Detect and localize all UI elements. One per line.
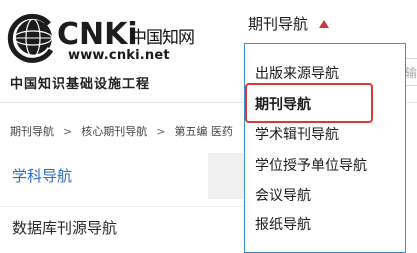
- journal-nav-dropdown: 出版来源导航 期刊导航 学术辑刊导航 学位授予单位导航 会议导航 报纸导航: [244, 43, 406, 253]
- breadcrumb-separator: >: [63, 124, 73, 138]
- search-placeholder: 输: [405, 66, 417, 80]
- cnki-logo[interactable]: CNKi 中国知网 www.cnki.net 中国知识基础设施工程: [5, 8, 195, 92]
- logo-chinese-name: 中国知网: [130, 28, 195, 48]
- breadcrumb: 期刊导航 > 核心期刊导航 > 第五编 医药: [10, 123, 233, 139]
- journal-nav-trigger[interactable]: 期刊导航: [248, 13, 330, 34]
- caret-up-icon: [319, 20, 330, 28]
- journal-nav-label: 期刊导航: [248, 15, 309, 33]
- dropdown-item-journal[interactable]: 期刊导航: [255, 94, 311, 114]
- logo-url: www.cnki.net: [68, 48, 170, 63]
- dropdown-item-degree-unit[interactable]: 学位授予单位导航: [255, 155, 367, 175]
- dropdown-item-newspaper[interactable]: 报纸导航: [255, 214, 311, 234]
- dropdown-item-publication-source[interactable]: 出版来源导航: [255, 63, 339, 83]
- dropdown-item-conference[interactable]: 会议导航: [255, 185, 311, 205]
- breadcrumb-separator: >: [156, 124, 166, 138]
- breadcrumb-item[interactable]: 核心期刊导航: [81, 123, 147, 139]
- breadcrumb-item[interactable]: 第五编 医药: [174, 123, 233, 139]
- breadcrumb-item[interactable]: 期刊导航: [10, 123, 54, 139]
- logo-wordmark-letters: CNKi: [57, 17, 138, 52]
- dropdown-item-academic-series[interactable]: 学术辑刊导航: [255, 124, 339, 144]
- logo-subtitle: 中国知识基础设施工程: [10, 77, 151, 92]
- left-nav-database-source[interactable]: 数据库刊源导航: [12, 217, 117, 238]
- left-nav-divider: [0, 206, 248, 207]
- content-panel-edge: [208, 153, 248, 199]
- left-nav-subject[interactable]: 学科导航: [12, 165, 72, 186]
